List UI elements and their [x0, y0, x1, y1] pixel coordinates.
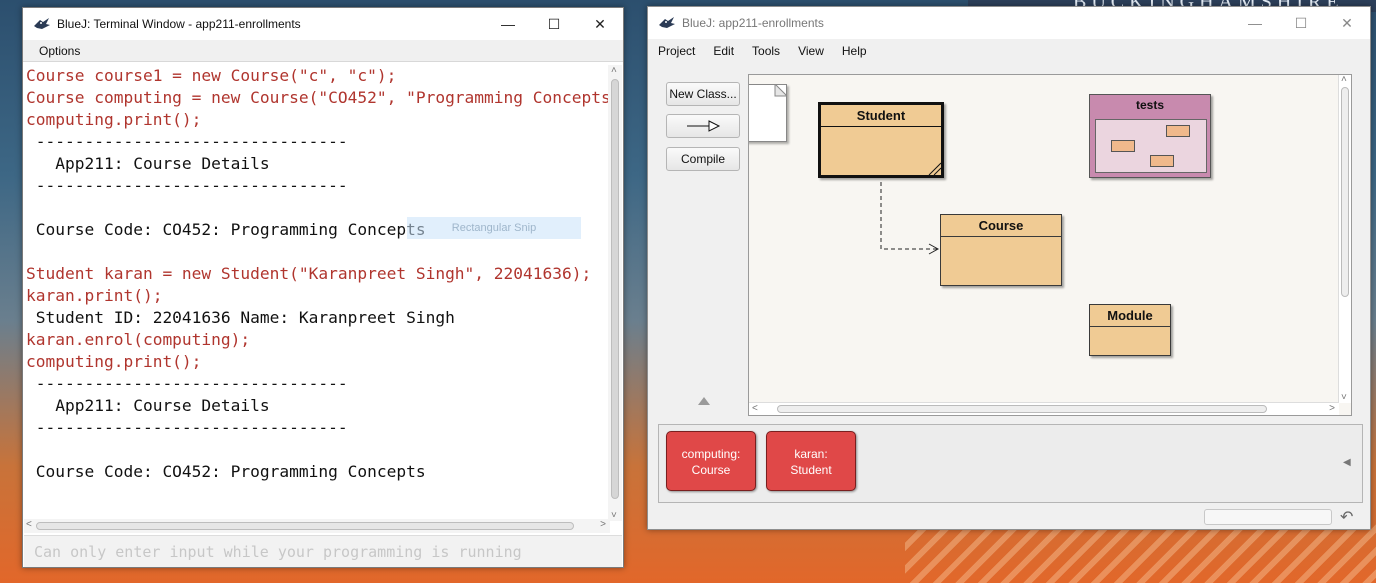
terminal-output-line: App211: Course Details: [26, 396, 270, 415]
close-button[interactable]: ✕: [1324, 7, 1370, 39]
terminal-menubar: Options: [23, 40, 623, 62]
terminal-command-line: karan.enrol(computing);: [26, 330, 251, 349]
minimize-button[interactable]: —: [1232, 7, 1278, 39]
terminal-horizontal-scrollbar[interactable]: ˂ ˃: [24, 519, 610, 533]
terminal-output-line: --------------------------------: [26, 418, 348, 437]
terminal-output-line: Course Code: CO452: Programming Concepts: [26, 462, 426, 481]
object-name: karan:: [794, 447, 828, 461]
scroll-thumb[interactable]: [36, 522, 574, 530]
terminal-output[interactable]: Course course1 = new Course("c", "c"); Co…: [24, 65, 610, 521]
maximize-button[interactable]: ☐: [531, 8, 577, 40]
terminal-output-line: App211: Course Details: [26, 154, 270, 173]
new-class-button[interactable]: New Class...: [666, 82, 740, 106]
menu-tools[interactable]: Tools: [752, 44, 780, 58]
terminal-command-line: computing.print();: [26, 352, 202, 371]
package-name: tests: [1135, 98, 1164, 112]
inheritance-arrow-icon: [687, 120, 721, 132]
chevron-left-icon[interactable]: ◀: [1343, 457, 1351, 468]
menu-view[interactable]: View: [798, 44, 824, 58]
reset-machine-icon[interactable]: ↶: [1340, 507, 1353, 527]
terminal-command-line: Course computing = new Course("CO452", "…: [26, 88, 610, 107]
terminal-vertical-scrollbar[interactable]: ˄ ˅: [608, 65, 622, 521]
scroll-up-icon[interactable]: ˄: [611, 65, 617, 76]
terminal-output-line: Student ID: 22041636 Name: Karanpreet Si…: [26, 308, 455, 327]
bluej-project-window: BlueJ: app211-enrollments — ☐ ✕ Project …: [647, 6, 1371, 530]
bluej-menubar: Project Edit Tools View Help: [648, 39, 1370, 63]
menu-options[interactable]: Options: [39, 44, 80, 58]
terminal-title: BlueJ: Terminal Window - app211-enrollme…: [57, 17, 301, 31]
menu-help[interactable]: Help: [842, 44, 867, 58]
scroll-right-icon[interactable]: ˃: [1329, 403, 1335, 414]
package-mini-class: [1150, 155, 1174, 167]
new-inheritance-arrow-button[interactable]: [666, 114, 740, 138]
terminal-output-line: --------------------------------: [26, 132, 348, 151]
scroll-thumb[interactable]: [777, 405, 1267, 413]
scroll-down-icon[interactable]: ˅: [1341, 392, 1347, 403]
bluej-title: BlueJ: app211-enrollments: [682, 16, 824, 30]
object-bench[interactable]: computing: Course karan: Student ◀: [658, 424, 1363, 503]
terminal-command-line: Student karan = new Student("Karanpreet …: [26, 264, 592, 283]
scroll-up-icon[interactable]: ˄: [1341, 75, 1347, 85]
object-computing[interactable]: computing: Course: [666, 431, 756, 491]
object-type: Student: [790, 463, 832, 477]
package-preview: [1095, 119, 1207, 173]
scroll-thumb[interactable]: [611, 79, 619, 499]
object-name: computing:: [681, 447, 741, 461]
bluej-titlebar[interactable]: BlueJ: app211-enrollments — ☐ ✕: [648, 7, 1370, 39]
rectangular-snip-overlay: Rectangular Snip: [407, 217, 581, 239]
canvas-vertical-scrollbar[interactable]: ˄ ˅: [1338, 75, 1351, 403]
bluej-bird-icon: [659, 17, 675, 28]
package-mini-class: [1111, 140, 1135, 152]
close-button[interactable]: ✕: [577, 8, 623, 40]
maximize-button[interactable]: ☐: [1278, 7, 1324, 39]
class-course[interactable]: Course: [940, 214, 1062, 286]
menu-project[interactable]: Project: [658, 44, 695, 58]
terminal-output-line: --------------------------------: [26, 374, 348, 393]
class-name: Module: [1090, 305, 1170, 327]
canvas-horizontal-scrollbar[interactable]: ˂ ˃: [749, 402, 1339, 415]
scroll-right-icon[interactable]: ˃: [600, 519, 606, 530]
object-type: Course: [691, 463, 731, 477]
machine-indicator-icon: [698, 397, 710, 405]
terminal-command-line: Course course1 = new Course("c", "c");: [26, 66, 397, 85]
scroll-left-icon[interactable]: ˂: [752, 403, 758, 414]
scroll-left-icon[interactable]: ˂: [26, 519, 32, 530]
terminal-input-field[interactable]: Can only enter input while your programm…: [24, 535, 622, 567]
bluej-bird-icon: [34, 18, 50, 29]
terminal-titlebar[interactable]: BlueJ: Terminal Window - app211-enrollme…: [23, 8, 623, 40]
terminal-command-line: computing.print();: [26, 110, 202, 129]
package-tests[interactable]: tests: [1089, 94, 1211, 178]
package-mini-class: [1166, 125, 1190, 137]
object-karan[interactable]: karan: Student: [766, 431, 856, 491]
minimize-button[interactable]: —: [485, 8, 531, 40]
terminal-window: BlueJ: Terminal Window - app211-enrollme…: [22, 7, 624, 568]
menu-edit[interactable]: Edit: [713, 44, 734, 58]
terminal-command-line: karan.print();: [26, 286, 163, 305]
class-diagram-canvas[interactable]: Student Course Module tests ˄ ˅ ˂ ˃: [748, 74, 1352, 416]
class-module[interactable]: Module: [1089, 304, 1171, 356]
class-name: Course: [941, 215, 1061, 237]
terminal-output-line: --------------------------------: [26, 176, 348, 195]
scroll-down-icon[interactable]: ˅: [611, 510, 617, 521]
scroll-thumb[interactable]: [1341, 87, 1349, 297]
status-field: [1204, 509, 1332, 525]
compile-button[interactable]: Compile: [666, 147, 740, 171]
